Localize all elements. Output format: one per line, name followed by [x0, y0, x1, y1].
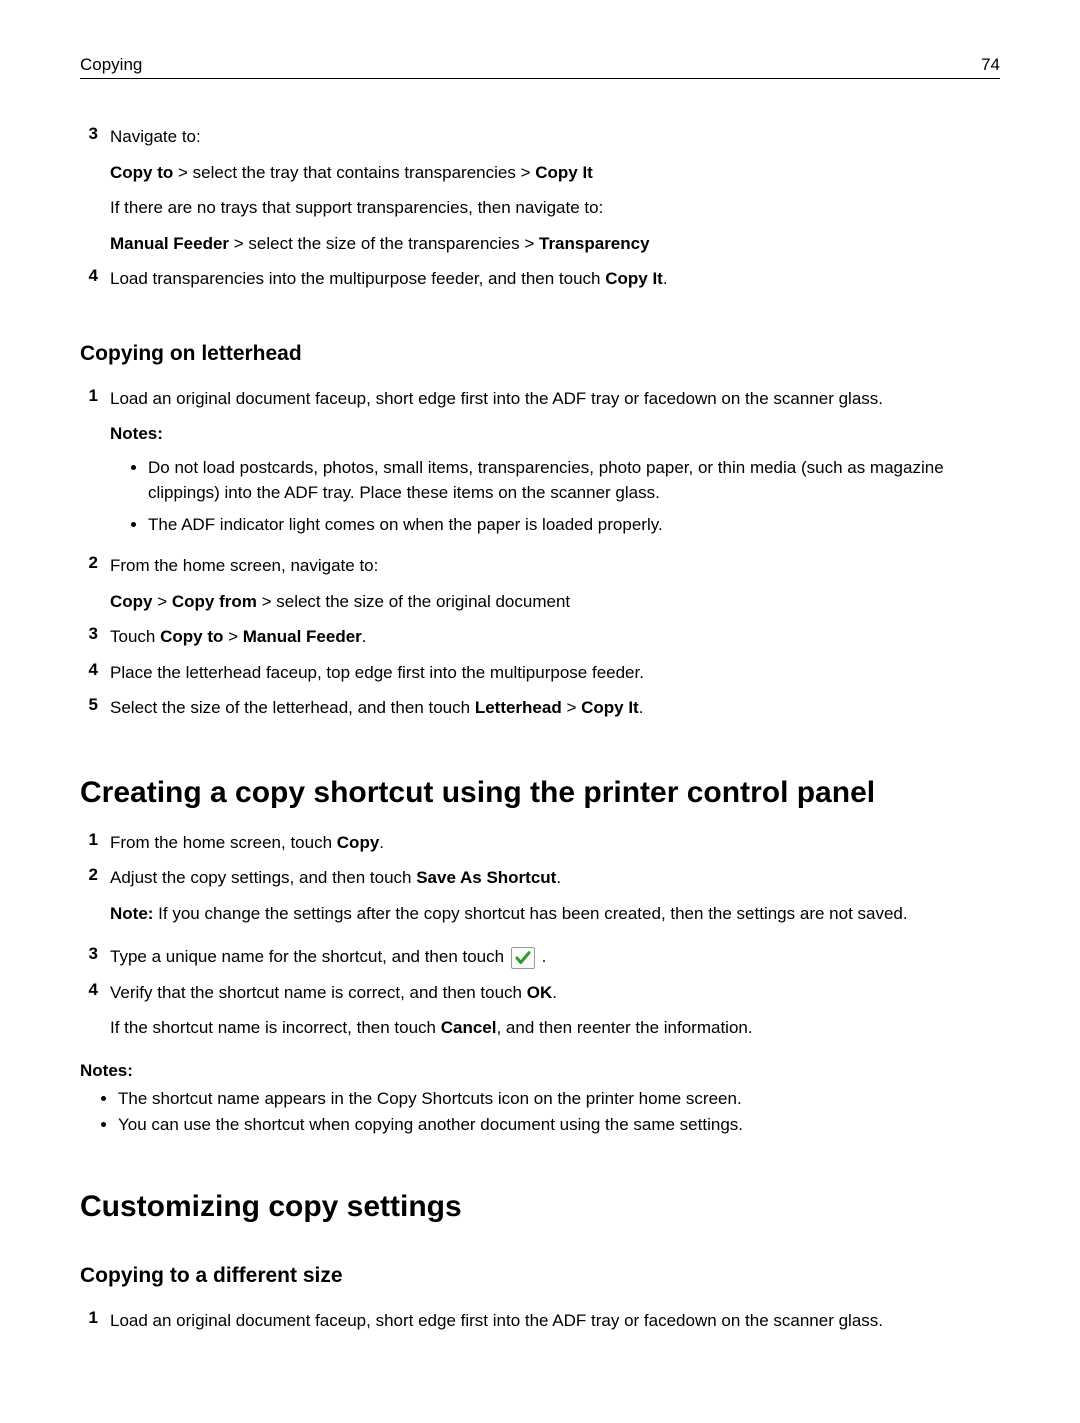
step-text: Copy to > select the tray that contains …	[110, 160, 1000, 186]
document-page: Copying 74 3 Navigate to: Copy to > sele…	[0, 0, 1080, 1423]
step-number: 4	[80, 980, 98, 1041]
step-text: Touch Copy to > Manual Feeder.	[110, 624, 1000, 650]
step-text: Select the size of the letterhead, and t…	[110, 695, 1000, 721]
notes-label: Notes:	[110, 421, 1000, 447]
step-text: Navigate to:	[110, 124, 1000, 150]
heading-diff-size: Copying to a different size	[80, 1264, 1000, 1288]
step-number: 4	[80, 266, 98, 292]
note-item: The shortcut name appears in the Copy Sh…	[118, 1089, 1000, 1109]
step-1: 1 Load an original document faceup, shor…	[80, 386, 1000, 544]
step-text: Manual Feeder > select the size of the t…	[110, 231, 1000, 257]
notes-label: Notes:	[80, 1061, 1000, 1081]
diff-steps: 1 Load an original document faceup, shor…	[80, 1308, 1000, 1334]
note-item: Do not load postcards, photos, small ite…	[148, 455, 1000, 506]
step-text: Type a unique name for the shortcut, and…	[110, 944, 1000, 970]
step-4: 4 Verify that the shortcut name is corre…	[80, 980, 1000, 1041]
step-text: Place the letterhead faceup, top edge fi…	[110, 660, 1000, 686]
step-4: 4 Load transparencies into the multipurp…	[80, 266, 1000, 292]
step-2: 2 From the home screen, navigate to: Cop…	[80, 553, 1000, 614]
step-number: 1	[80, 386, 98, 544]
step-text-pre: Type a unique name for the shortcut, and…	[110, 947, 509, 966]
step-3: 3 Type a unique name for the shortcut, a…	[80, 944, 1000, 970]
note-item: The ADF indicator light comes on when th…	[148, 512, 1000, 538]
step-number: 1	[80, 1308, 98, 1334]
letterhead-steps: 1 Load an original document faceup, shor…	[80, 386, 1000, 721]
step-4: 4 Place the letterhead faceup, top edge …	[80, 660, 1000, 686]
step-text: From the home screen, navigate to:	[110, 553, 1000, 579]
notes-list: Do not load postcards, photos, small ite…	[110, 455, 1000, 538]
step-number: 5	[80, 695, 98, 721]
step-text: If there are no trays that support trans…	[110, 195, 1000, 221]
heading-letterhead: Copying on letterhead	[80, 342, 1000, 366]
step-text: Adjust the copy settings, and then touch…	[110, 865, 1000, 891]
step-text: Verify that the shortcut name is correct…	[110, 980, 1000, 1006]
step-text-post: .	[542, 947, 547, 966]
step-number: 2	[80, 553, 98, 614]
pre-steps: 3 Navigate to: Copy to > select the tray…	[80, 124, 1000, 292]
step-number: 4	[80, 660, 98, 686]
header-section: Copying	[80, 55, 142, 75]
step-2: 2 Adjust the copy settings, and then tou…	[80, 865, 1000, 926]
page-header: Copying 74	[80, 55, 1000, 79]
step-note: Note: If you change the settings after t…	[110, 901, 1000, 927]
step-text: Load an original document faceup, short …	[110, 1308, 1000, 1334]
step-number: 3	[80, 124, 98, 256]
step-1: 1 From the home screen, touch Copy.	[80, 830, 1000, 856]
step-text: Load an original document faceup, short …	[110, 386, 1000, 412]
step-1: 1 Load an original document faceup, shor…	[80, 1308, 1000, 1334]
step-number: 1	[80, 830, 98, 856]
shortcut-notes-list: The shortcut name appears in the Copy Sh…	[80, 1089, 1000, 1135]
step-number: 3	[80, 944, 98, 970]
step-3: 3 Touch Copy to > Manual Feeder.	[80, 624, 1000, 650]
step-3: 3 Navigate to: Copy to > select the tray…	[80, 124, 1000, 256]
step-text: If the shortcut name is incorrect, then …	[110, 1015, 1000, 1041]
note-item: You can use the shortcut when copying an…	[118, 1115, 1000, 1135]
note-label: Note:	[110, 904, 153, 923]
step-text: Copy > Copy from > select the size of th…	[110, 589, 1000, 615]
step-5: 5 Select the size of the letterhead, and…	[80, 695, 1000, 721]
step-number: 3	[80, 624, 98, 650]
header-page-number: 74	[981, 55, 1000, 75]
checkmark-icon	[511, 947, 535, 969]
heading-customizing: Customizing copy settings	[80, 1190, 1000, 1224]
shortcut-steps: 1 From the home screen, touch Copy. 2 Ad…	[80, 830, 1000, 1041]
step-text: Load transparencies into the multipurpos…	[110, 266, 1000, 292]
note-text: If you change the settings after the cop…	[153, 904, 907, 923]
heading-shortcut: Creating a copy shortcut using the print…	[80, 776, 1000, 810]
step-text: From the home screen, touch Copy.	[110, 830, 1000, 856]
step-number: 2	[80, 865, 98, 926]
